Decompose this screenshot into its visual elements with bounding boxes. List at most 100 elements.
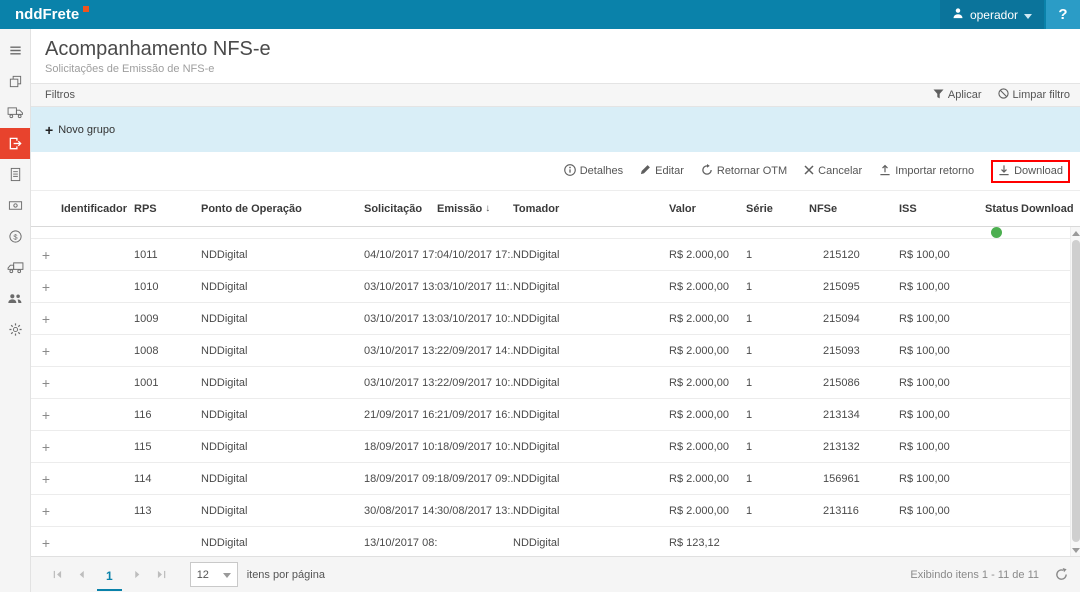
delivery-icon[interactable] xyxy=(0,252,30,283)
nfse-export-icon[interactable] xyxy=(0,128,30,159)
table-header-row: Identificador RPS Ponto de Operação Soli… xyxy=(31,191,1080,227)
cell-tomador: NDDigital xyxy=(513,473,669,485)
expand-row-button[interactable]: + xyxy=(31,439,61,455)
table-row[interactable]: + 116 NDDigital 21/09/2017 16:... 21/09/… xyxy=(31,399,1080,431)
gears-icon[interactable] xyxy=(0,314,30,345)
coin-icon[interactable]: $ xyxy=(0,221,30,252)
table-row[interactable]: + 1001 NDDigital 03/10/2017 13:... 22/09… xyxy=(31,367,1080,399)
refresh-icon[interactable] xyxy=(1055,568,1068,581)
column-header-solicitacao[interactable]: Solicitação xyxy=(364,203,437,215)
expand-row-button[interactable]: + xyxy=(31,247,61,263)
vertical-scrollbar[interactable] xyxy=(1070,227,1080,556)
plus-icon: + xyxy=(45,124,53,136)
expand-row-button[interactable]: + xyxy=(31,535,61,551)
column-header-status[interactable]: Status xyxy=(985,203,1021,215)
column-header-serie[interactable]: Série xyxy=(746,203,809,215)
cell-nfse: 213116 xyxy=(809,505,899,517)
expand-row-button[interactable]: + xyxy=(31,503,61,519)
cell-solicitacao: 03/10/2017 13:... xyxy=(364,345,437,357)
cell-serie: 1 xyxy=(746,313,809,325)
last-page-button[interactable] xyxy=(150,562,174,588)
cell-status xyxy=(985,409,1021,421)
scroll-up-icon[interactable] xyxy=(1072,227,1080,239)
edit-button[interactable]: Retornar OTM Editar xyxy=(640,164,684,178)
details-button[interactable]: Detalhes xyxy=(564,164,623,179)
apply-filter-button[interactable]: Aplicar xyxy=(933,88,982,102)
column-header-ponto[interactable]: Ponto de Operação xyxy=(201,203,364,215)
column-header-download[interactable]: Download xyxy=(1021,203,1080,215)
column-header-identificador[interactable]: Identificador xyxy=(61,203,134,215)
column-header-nfse[interactable]: NFSe xyxy=(809,203,899,215)
cell-iss: R$ 100,00 xyxy=(899,249,985,261)
new-group-button[interactable]: + Novo grupo xyxy=(45,124,115,136)
return-otm-label: Retornar OTM xyxy=(717,165,787,177)
cell-serie: 1 xyxy=(746,377,809,389)
truck-icon[interactable] xyxy=(0,97,30,128)
column-header-iss[interactable]: ISS xyxy=(899,203,985,215)
return-otm-button[interactable]: Retornar OTM xyxy=(701,164,787,179)
download-button[interactable]: Download xyxy=(991,160,1070,183)
cell-rps: 1001 xyxy=(134,377,201,389)
expand-row-button[interactable]: + xyxy=(31,343,61,359)
first-page-button[interactable] xyxy=(45,562,69,588)
pagination-bar: 1 12 itens por página Exibindo itens 1 -… xyxy=(31,556,1080,592)
table-row[interactable]: + 1009 NDDigital 03/10/2017 13:... 03/10… xyxy=(31,303,1080,335)
cell-rps: 116 xyxy=(134,409,201,421)
scrollbar-thumb[interactable] xyxy=(1072,240,1080,542)
expand-row-button[interactable]: + xyxy=(31,375,61,391)
items-info-label: Exibindo itens 1 - 11 de 11 xyxy=(910,569,1039,581)
table-row[interactable]: + 1011 NDDigital 04/10/2017 17:... 04/10… xyxy=(31,239,1080,271)
cell-solicitacao: 03/10/2017 13:... xyxy=(364,377,437,389)
import-return-button[interactable]: Importar retorno xyxy=(879,164,974,179)
column-header-valor[interactable]: Valor xyxy=(669,203,746,215)
table-row[interactable]: + NDDigital 13/10/2017 08:... NDDigital … xyxy=(31,527,1080,556)
expand-row-button[interactable]: + xyxy=(31,407,61,423)
table-row[interactable]: + 114 NDDigital 18/09/2017 09:... 18/09/… xyxy=(31,463,1080,495)
current-page-button[interactable]: 1 xyxy=(97,563,122,591)
table-row[interactable]: + 1008 NDDigital 03/10/2017 13:... 22/09… xyxy=(31,335,1080,367)
cell-ponto: NDDigital xyxy=(201,345,364,357)
cell-iss: R$ 100,00 xyxy=(899,441,985,453)
cell-emissao: 03/10/2017 11:... xyxy=(437,281,513,293)
user-menu-button[interactable]: operador xyxy=(940,0,1044,29)
cell-solicitacao: 30/08/2017 14:... xyxy=(364,505,437,517)
column-header-rps[interactable]: RPS xyxy=(134,203,201,215)
clear-filter-button[interactable]: Limpar filtro xyxy=(998,88,1070,102)
cell-tomador: NDDigital xyxy=(513,409,669,421)
column-header-tomador[interactable]: Tomador xyxy=(513,203,669,215)
topbar: nddFrete operador ? xyxy=(0,0,1080,29)
copy-icon[interactable] xyxy=(0,66,30,97)
help-button[interactable]: ? xyxy=(1046,0,1080,29)
cancel-button[interactable]: Cancelar xyxy=(804,165,862,178)
cell-status xyxy=(985,505,1021,517)
expand-row-button[interactable]: + xyxy=(31,471,61,487)
banknote-icon[interactable] xyxy=(0,190,30,221)
cell-solicitacao: 04/10/2017 17:... xyxy=(364,249,437,261)
cell-status xyxy=(985,537,1021,549)
users-icon[interactable] xyxy=(0,283,30,314)
table-row[interactable]: + 113 NDDigital 30/08/2017 14:... 30/08/… xyxy=(31,495,1080,527)
cell-rps: 114 xyxy=(134,473,201,485)
slash-circle-icon xyxy=(998,88,1009,102)
table-row[interactable]: + 115 NDDigital 18/09/2017 10:... 18/09/… xyxy=(31,431,1080,463)
cell-iss: R$ 100,00 xyxy=(899,345,985,357)
user-icon xyxy=(952,7,964,22)
prev-page-button[interactable] xyxy=(69,562,93,588)
download-icon xyxy=(998,164,1010,179)
scroll-down-icon[interactable] xyxy=(1072,544,1080,556)
cell-ponto: NDDigital xyxy=(201,505,364,517)
expand-row-button[interactable]: + xyxy=(31,311,61,327)
next-page-button[interactable] xyxy=(126,562,150,588)
menu-icon[interactable] xyxy=(0,35,30,66)
cell-iss: R$ 100,00 xyxy=(899,281,985,293)
cell-tomador: NDDigital xyxy=(513,377,669,389)
expand-row-button[interactable]: + xyxy=(31,279,61,295)
column-header-emissao[interactable]: Emissão ↓ xyxy=(437,203,513,215)
svg-text:$: $ xyxy=(13,232,18,241)
page-subtitle: Solicitações de Emissão de NFS-e xyxy=(45,63,1080,75)
cell-status xyxy=(985,377,1021,389)
page-size-select[interactable]: 12 xyxy=(190,562,238,587)
table-row[interactable]: + 1010 NDDigital 03/10/2017 13:... 03/10… xyxy=(31,271,1080,303)
cell-nfse: 156961 xyxy=(809,473,899,485)
document-icon[interactable] xyxy=(0,159,30,190)
